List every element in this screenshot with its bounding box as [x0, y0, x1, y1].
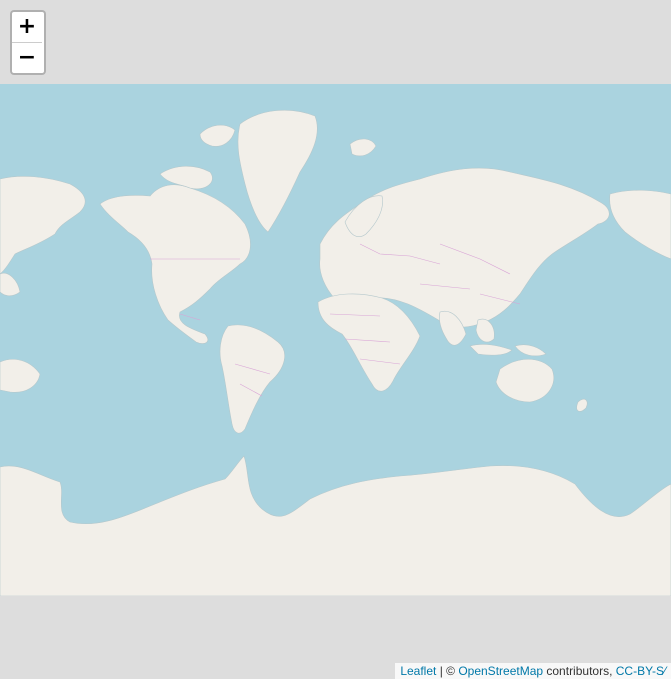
- zoom-in-button[interactable]: +: [12, 12, 42, 42]
- world-map-tiles[interactable]: [0, 84, 671, 596]
- attribution-bar: Leaflet | © OpenStreetMap contributors, …: [395, 663, 671, 679]
- map-container[interactable]: + − Leaflet | © OpenStreetMap contributo…: [0, 0, 671, 679]
- leaflet-link[interactable]: Leaflet: [400, 664, 436, 678]
- attribution-separator: | ©: [436, 664, 459, 678]
- license-link[interactable]: CC-BY-S⁄: [616, 664, 666, 678]
- openstreetmap-link[interactable]: OpenStreetMap: [458, 664, 543, 678]
- zoom-control: + −: [10, 10, 46, 75]
- zoom-out-button[interactable]: −: [12, 42, 42, 73]
- attribution-contributors: contributors,: [543, 664, 616, 678]
